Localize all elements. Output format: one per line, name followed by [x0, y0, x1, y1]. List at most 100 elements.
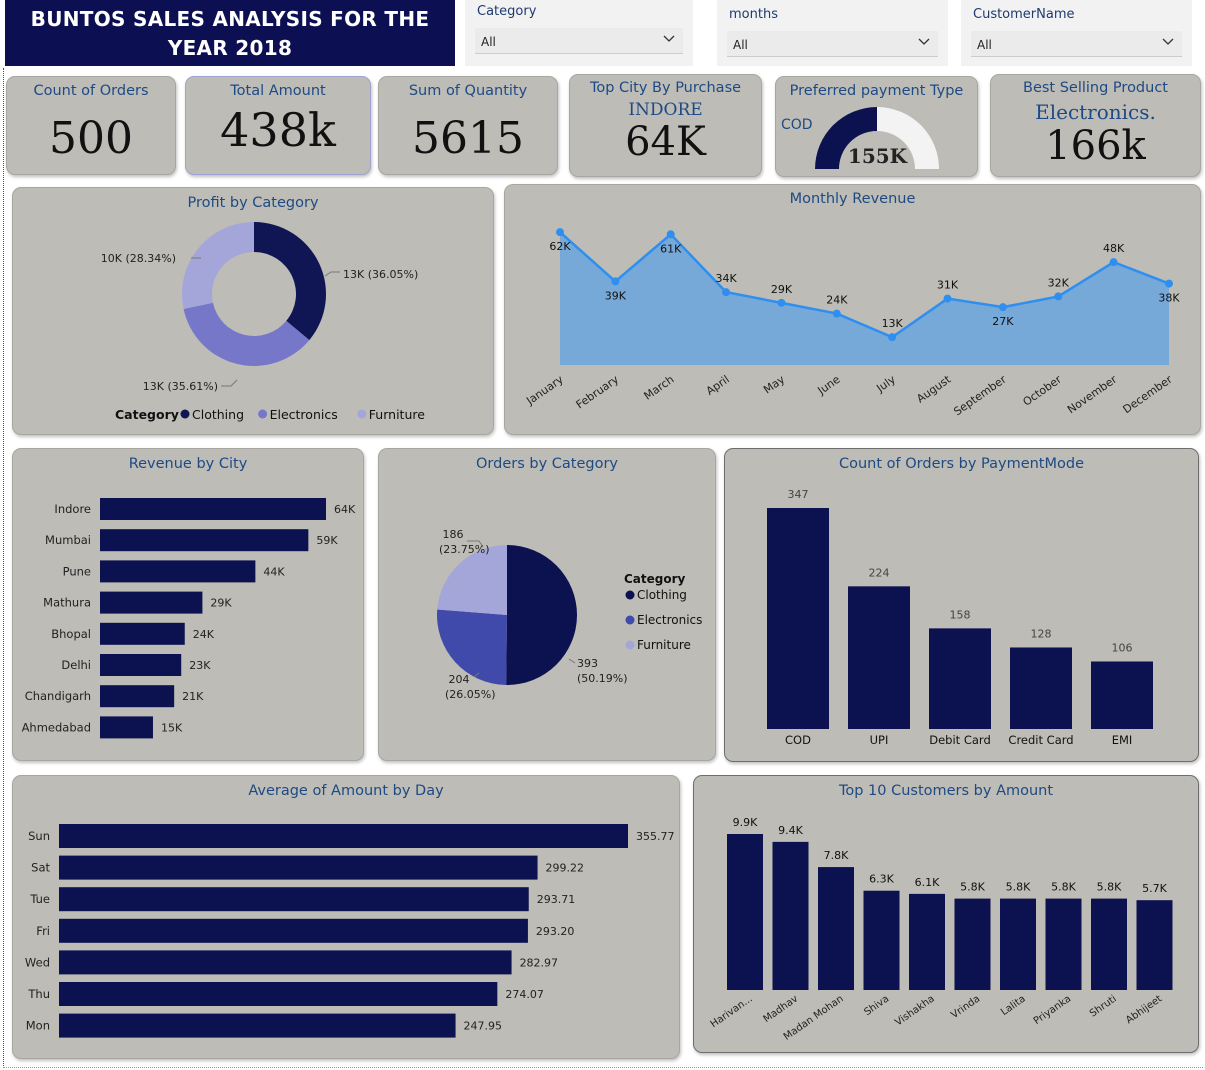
x-tick-label: Debit Card — [929, 733, 991, 747]
data-label: 7.8K — [824, 849, 849, 862]
day-bar — [59, 918, 528, 943]
orders-by-payment-panel: Count of Orders by PaymentMode 347 COD 224… — [724, 448, 1199, 762]
revenue-point — [1165, 279, 1173, 288]
kpi-value: 64K — [625, 119, 706, 165]
city-bar — [100, 529, 309, 552]
data-label: 9.4K — [778, 824, 803, 837]
data-label: 62K — [549, 240, 571, 253]
orders-by-category-panel: Orders by Category 393 (50.19%) 204 (26.05%… — [378, 448, 716, 761]
customer-dropdown-value: All — [977, 38, 992, 52]
leader-line — [324, 271, 340, 277]
x-tick-label: Credit Card — [1008, 733, 1073, 747]
kpi-subtitle: INDORE — [628, 100, 703, 120]
y-tick-label: Mathura — [43, 596, 91, 610]
legend-marker — [357, 409, 367, 419]
months-slicer: months All — [717, 0, 948, 66]
city-bar — [100, 591, 203, 614]
customer-dropdown[interactable]: All — [971, 31, 1182, 57]
customer-bar — [954, 898, 991, 990]
data-label: 27K — [992, 315, 1014, 328]
x-tick-label: August — [914, 372, 954, 405]
category-dropdown-value: All — [481, 35, 496, 49]
revenue-point — [1109, 258, 1118, 267]
months-slicer-label: months — [729, 7, 778, 22]
x-tick-label: Abhijeet — [1124, 993, 1164, 1026]
data-label: 48K — [1103, 242, 1125, 255]
kpi-label: Preferred payment Type — [789, 83, 964, 99]
donut-slice-electronics — [183, 302, 310, 366]
data-label: 5.7K — [1142, 882, 1167, 895]
y-tick-label: Ahmedabad — [22, 720, 91, 734]
avg-amount-by-day-panel: Average of Amount by Day Sun 355.77 Sat 299… — [12, 775, 680, 1059]
kpi-total-amount: Total Amount 438k — [185, 76, 371, 175]
chevron-down-icon — [663, 35, 675, 42]
day-bar — [59, 855, 538, 880]
payment-bar — [1091, 661, 1153, 729]
donut-slice-clothing — [254, 222, 326, 341]
category-dropdown[interactable]: All — [475, 28, 683, 54]
revenue-point — [556, 228, 564, 237]
kpi-value: 5615 — [412, 113, 524, 164]
x-tick-label: December — [1121, 373, 1176, 417]
profit-donut-chart: 13K (36.05%) 13K (35.61%) 10K (28.34%) Cate… — [101, 222, 425, 422]
y-tick-label: Thu — [27, 987, 50, 1001]
category-slicer-label: Category — [477, 4, 537, 19]
data-label: 61K — [660, 242, 682, 255]
y-tick-label: Pune — [63, 564, 91, 578]
revenue-point — [722, 288, 731, 297]
customer-bar — [909, 893, 945, 990]
data-label-percent: (50.19%) — [577, 672, 628, 685]
y-tick-label: Wed — [25, 955, 50, 969]
customer-bar — [1000, 898, 1036, 990]
kpi-label: Sum of Quantity — [408, 83, 528, 99]
orders-by-payment-chart: 347 COD 224 UPI 158 Debit Card 128 Credit Card 1… — [767, 488, 1153, 747]
months-dropdown-value: All — [733, 38, 748, 52]
data-label: 347 — [788, 488, 809, 501]
customer-slicer: CustomerName All — [961, 0, 1192, 66]
profit-by-category-panel: Profit by Category 13K (36.05%) 13K (35.6… — [12, 187, 494, 435]
day-bar — [59, 824, 628, 848]
data-label: 34K — [715, 272, 737, 285]
kpi-value: 155K — [847, 144, 908, 168]
legend-marker — [625, 615, 635, 625]
data-label: 5.8K — [1051, 881, 1076, 894]
category-slicer: Category All — [465, 0, 693, 66]
day-bar — [59, 887, 529, 912]
data-label: 9.9K — [733, 816, 758, 829]
x-tick-label: February — [574, 373, 622, 412]
x-tick-label: September — [951, 373, 1009, 419]
months-dropdown[interactable]: All — [727, 31, 938, 57]
y-tick-label: Sat — [31, 861, 50, 875]
revenue-point — [943, 294, 952, 303]
pie-slice-electronics — [437, 609, 507, 685]
y-tick-label: Mon — [26, 1019, 50, 1033]
data-label: 282.97 — [520, 956, 559, 969]
kpi-value: 438k — [220, 103, 336, 157]
customer-bar — [1091, 898, 1127, 990]
data-label: 247.95 — [464, 1020, 503, 1033]
data-label-value: 186 — [443, 528, 464, 541]
y-tick-label: Sun — [28, 829, 50, 843]
revenue-point — [666, 230, 675, 239]
kpi-label: Count of Orders — [33, 83, 149, 99]
kpi-best-product: Best Selling Product Electronics. 166k — [990, 74, 1201, 177]
data-label: 5.8K — [1006, 881, 1031, 894]
kpi-value: 500 — [49, 113, 133, 164]
legend-title: Category — [624, 572, 686, 586]
data-label: 29K — [210, 597, 232, 610]
revenue-point — [832, 309, 841, 318]
x-tick-label: April — [704, 373, 732, 398]
x-tick-label: Lalita — [999, 993, 1028, 1018]
city-bar — [100, 560, 256, 583]
data-label: 38K — [1158, 292, 1180, 305]
dashboard-title: BUNTOS SALES ANALYSIS FOR THE YEAR 2018 — [5, 0, 455, 66]
data-label: 39K — [605, 289, 627, 302]
x-tick-label: Priyanka — [1032, 993, 1073, 1027]
title-line-1: BUNTOS SALES ANALYSIS FOR THE — [30, 7, 430, 31]
legend-item: Clothing — [192, 407, 244, 422]
data-label: 274.07 — [505, 988, 543, 1001]
chevron-down-icon — [1162, 38, 1174, 45]
city-bar — [100, 498, 326, 520]
revenue-by-city-chart: Indore 64K Mumbai 59K Pune 44K Mathura 29K Bhopa… — [22, 498, 356, 739]
payment-bar — [929, 628, 991, 729]
